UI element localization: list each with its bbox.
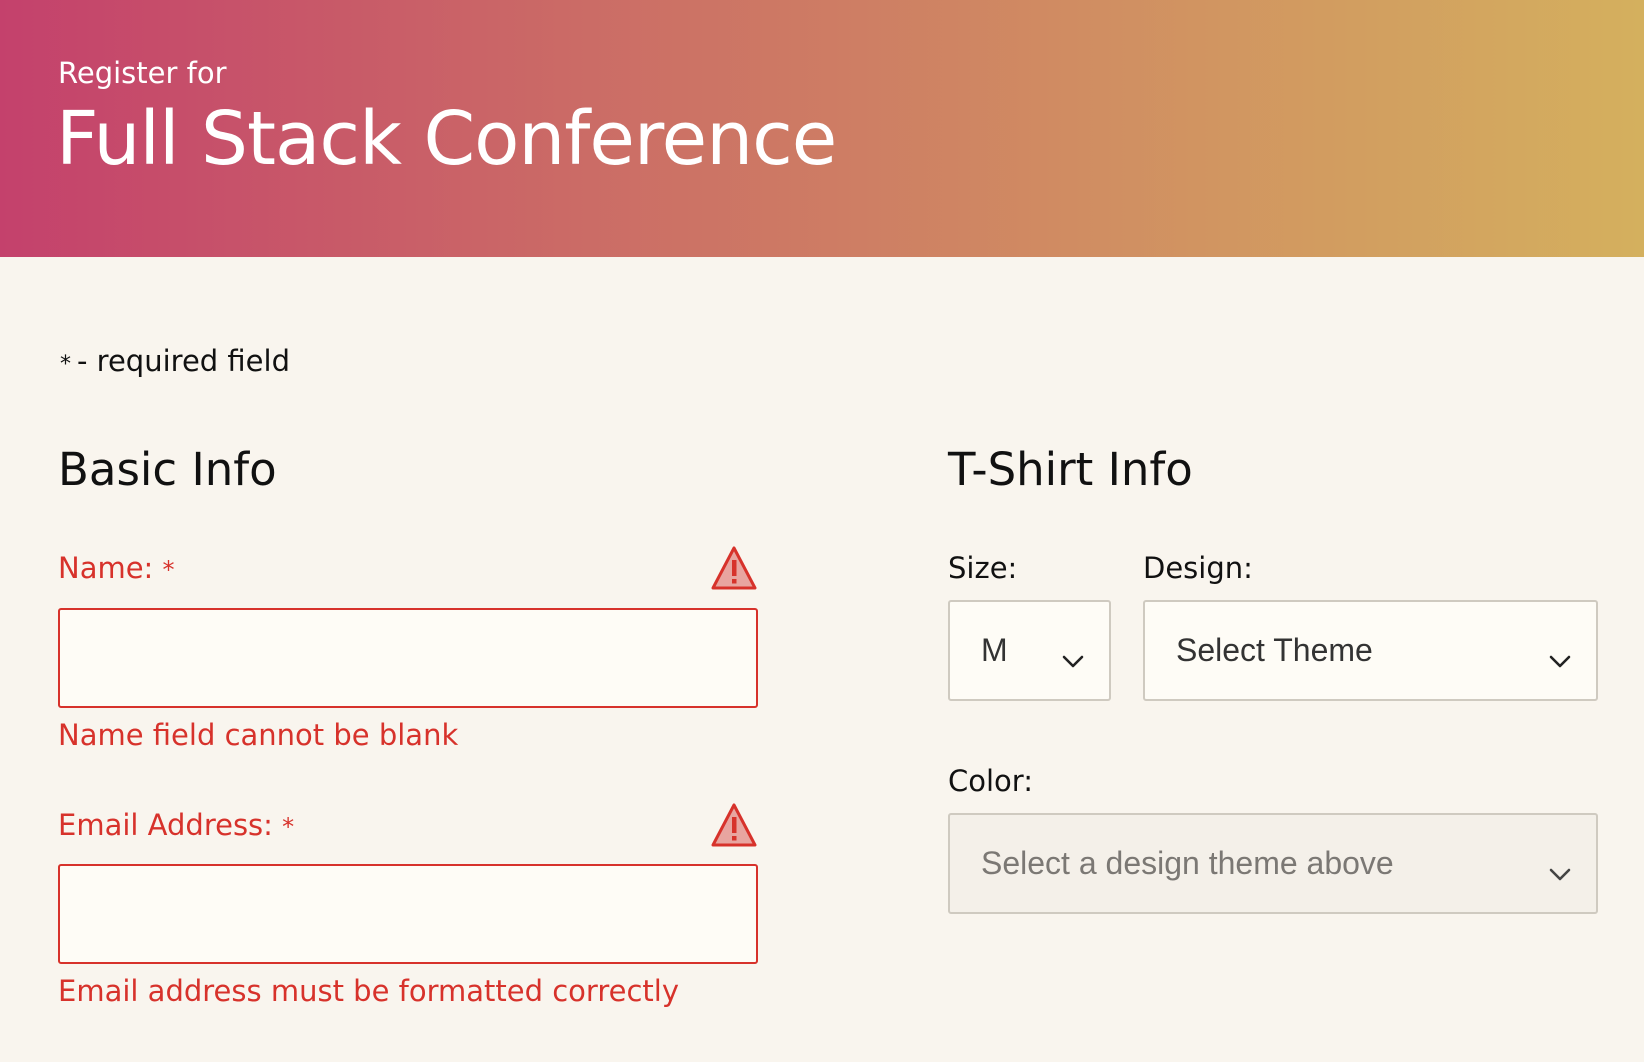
color-label: Color: <box>948 764 1033 798</box>
email-input[interactable] <box>58 864 758 964</box>
name-error-message: Name field cannot be blank <box>58 718 459 752</box>
name-input[interactable] <box>58 608 758 708</box>
chevron-down-icon <box>1548 854 1572 881</box>
chevron-down-icon <box>1548 641 1572 668</box>
email-label: Email Address: * <box>58 808 294 842</box>
required-field-note: * - required field <box>60 344 290 378</box>
header-banner: Register for Full Stack Conference <box>0 0 1644 257</box>
design-select[interactable]: Select Theme <box>1143 600 1598 701</box>
tshirt-info-heading: T-Shirt Info <box>948 443 1193 496</box>
basic-info-heading: Basic Info <box>58 443 277 496</box>
design-selected-value: Select Theme <box>1176 632 1373 668</box>
color-selected-value: Select a design theme above <box>981 845 1394 881</box>
name-label-text: Name: <box>58 551 154 585</box>
page-title: Full Stack Conference <box>56 96 837 182</box>
size-selected-value: M <box>981 632 1008 668</box>
required-note-text: - required field <box>77 344 290 378</box>
email-error-message: Email address must be formatted correctl… <box>58 974 679 1008</box>
warning-icon <box>710 545 758 591</box>
color-select[interactable]: Select a design theme above <box>948 813 1598 914</box>
email-required-star: * <box>282 813 295 841</box>
chevron-down-icon <box>1061 641 1085 668</box>
email-label-text: Email Address: <box>58 808 273 842</box>
warning-icon <box>710 802 758 848</box>
header-pre-title: Register for <box>58 56 227 90</box>
name-label: Name: * <box>58 551 175 585</box>
size-label: Size: <box>948 551 1018 585</box>
required-star: * <box>60 352 71 377</box>
name-required-star: * <box>162 556 175 584</box>
design-label: Design: <box>1143 551 1253 585</box>
size-select[interactable]: M <box>948 600 1111 701</box>
